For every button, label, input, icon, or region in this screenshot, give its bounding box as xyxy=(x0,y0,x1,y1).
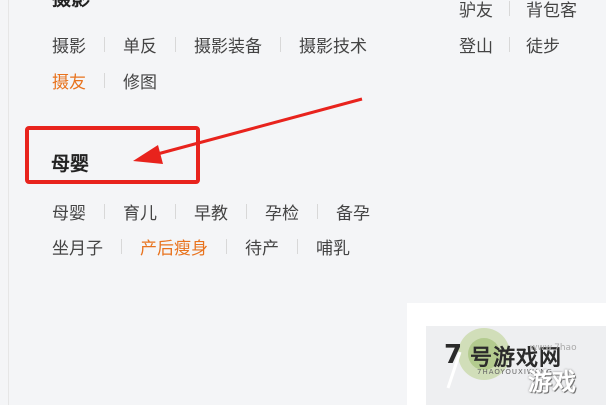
watermark-number: 7 xyxy=(444,340,463,370)
watermark-url: www.7hao xyxy=(530,343,577,353)
watermark-games: 游戏 xyxy=(528,368,576,396)
